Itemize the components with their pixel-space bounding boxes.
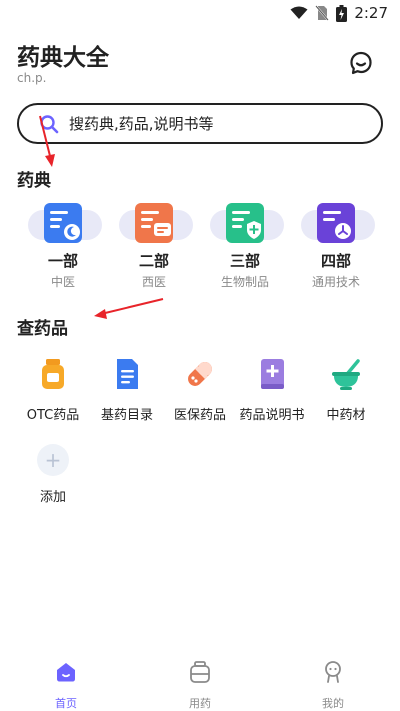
add-label: 添加 — [39, 490, 66, 505]
pharma-name: 三部 — [229, 252, 260, 270]
drug-item-leaflet[interactable]: 药品说明书 — [232, 356, 312, 423]
app-subtitle: ch.p. — [17, 71, 47, 85]
shield-doc-icon — [226, 203, 264, 243]
pharmacopoeia-grid: 一部 中医 二部 西医 三部 生物制品 四部 通用技术 — [0, 200, 400, 290]
pharma-item-part-4[interactable]: 四部 通用技术 — [290, 200, 382, 290]
status-time: 2:27 — [354, 4, 388, 22]
app-title: 药典大全 — [17, 45, 109, 71]
wifi-icon — [290, 6, 308, 19]
nav-label: 用药 — [189, 697, 211, 710]
status-bar: 2:27 — [0, 0, 400, 28]
chat-doc-icon — [135, 203, 173, 243]
profile-icon — [325, 661, 341, 683]
section-title-check-drugs: 查药品 — [17, 319, 68, 339]
pharma-subtitle: 西医 — [141, 275, 166, 289]
bottom-nav: 首页 用药 我的 — [0, 652, 400, 711]
chat-bubble-icon — [350, 51, 372, 75]
nav-medication[interactable]: 用药 — [160, 660, 240, 711]
nav-label: 我的 — [322, 697, 344, 710]
drug-label: 医保药品 — [173, 408, 226, 423]
drug-label: 基药目录 — [100, 408, 153, 423]
no-sim-icon — [315, 5, 330, 21]
nav-home[interactable]: 首页 — [26, 660, 106, 711]
drug-label: OTC药品 — [26, 408, 80, 423]
capsule-icon — [188, 362, 212, 386]
battery-charging-icon — [336, 4, 348, 22]
moon-doc-icon — [44, 203, 82, 243]
pharma-name: 二部 — [138, 252, 169, 270]
mortar-icon — [332, 359, 360, 390]
add-shortcut-button[interactable]: + 添加 — [13, 442, 93, 505]
drug-item-essential-list[interactable]: 基药目录 — [87, 356, 167, 423]
nav-profile[interactable]: 我的 — [293, 660, 373, 711]
pharma-name: 四部 — [320, 252, 351, 270]
annotation-arrowhead-2 — [94, 309, 107, 319]
drug-label: 中药材 — [326, 408, 366, 423]
medicine-box-icon — [190, 661, 210, 683]
home-icon — [57, 663, 75, 682]
annotation-arrow-2 — [100, 298, 164, 315]
pharma-item-part-1[interactable]: 一部 中医 — [17, 200, 109, 290]
pharma-item-part-2[interactable]: 二部 西医 — [108, 200, 200, 290]
drug-item-insurance[interactable]: 医保药品 — [160, 356, 240, 423]
search-icon — [40, 114, 59, 133]
pharma-subtitle: 通用技术 — [311, 275, 360, 289]
nav-label: 首页 — [55, 697, 77, 710]
pharma-subtitle: 中医 — [50, 275, 75, 289]
pharma-item-part-3[interactable]: 三部 生物制品 — [199, 200, 291, 290]
section-title-pharmacopoeia: 药典 — [17, 171, 51, 191]
pharma-subtitle: 生物制品 — [220, 275, 269, 289]
clock-doc-icon — [317, 203, 355, 243]
chat-button[interactable] — [348, 50, 374, 76]
drug-item-herbs[interactable]: 中药材 — [306, 356, 386, 423]
document-icon — [117, 359, 138, 389]
search-bar[interactable]: 搜药典,药品,说明书等 — [17, 103, 383, 144]
medicine-bottle-icon — [42, 359, 64, 389]
pharma-name: 一部 — [47, 252, 78, 270]
drug-label: 药品说明书 — [239, 408, 305, 423]
medical-book-icon — [261, 359, 284, 389]
plus-icon: + — [37, 444, 69, 476]
drug-item-otc[interactable]: OTC药品 — [13, 356, 93, 423]
search-placeholder: 搜药典,药品,说明书等 — [69, 115, 214, 133]
